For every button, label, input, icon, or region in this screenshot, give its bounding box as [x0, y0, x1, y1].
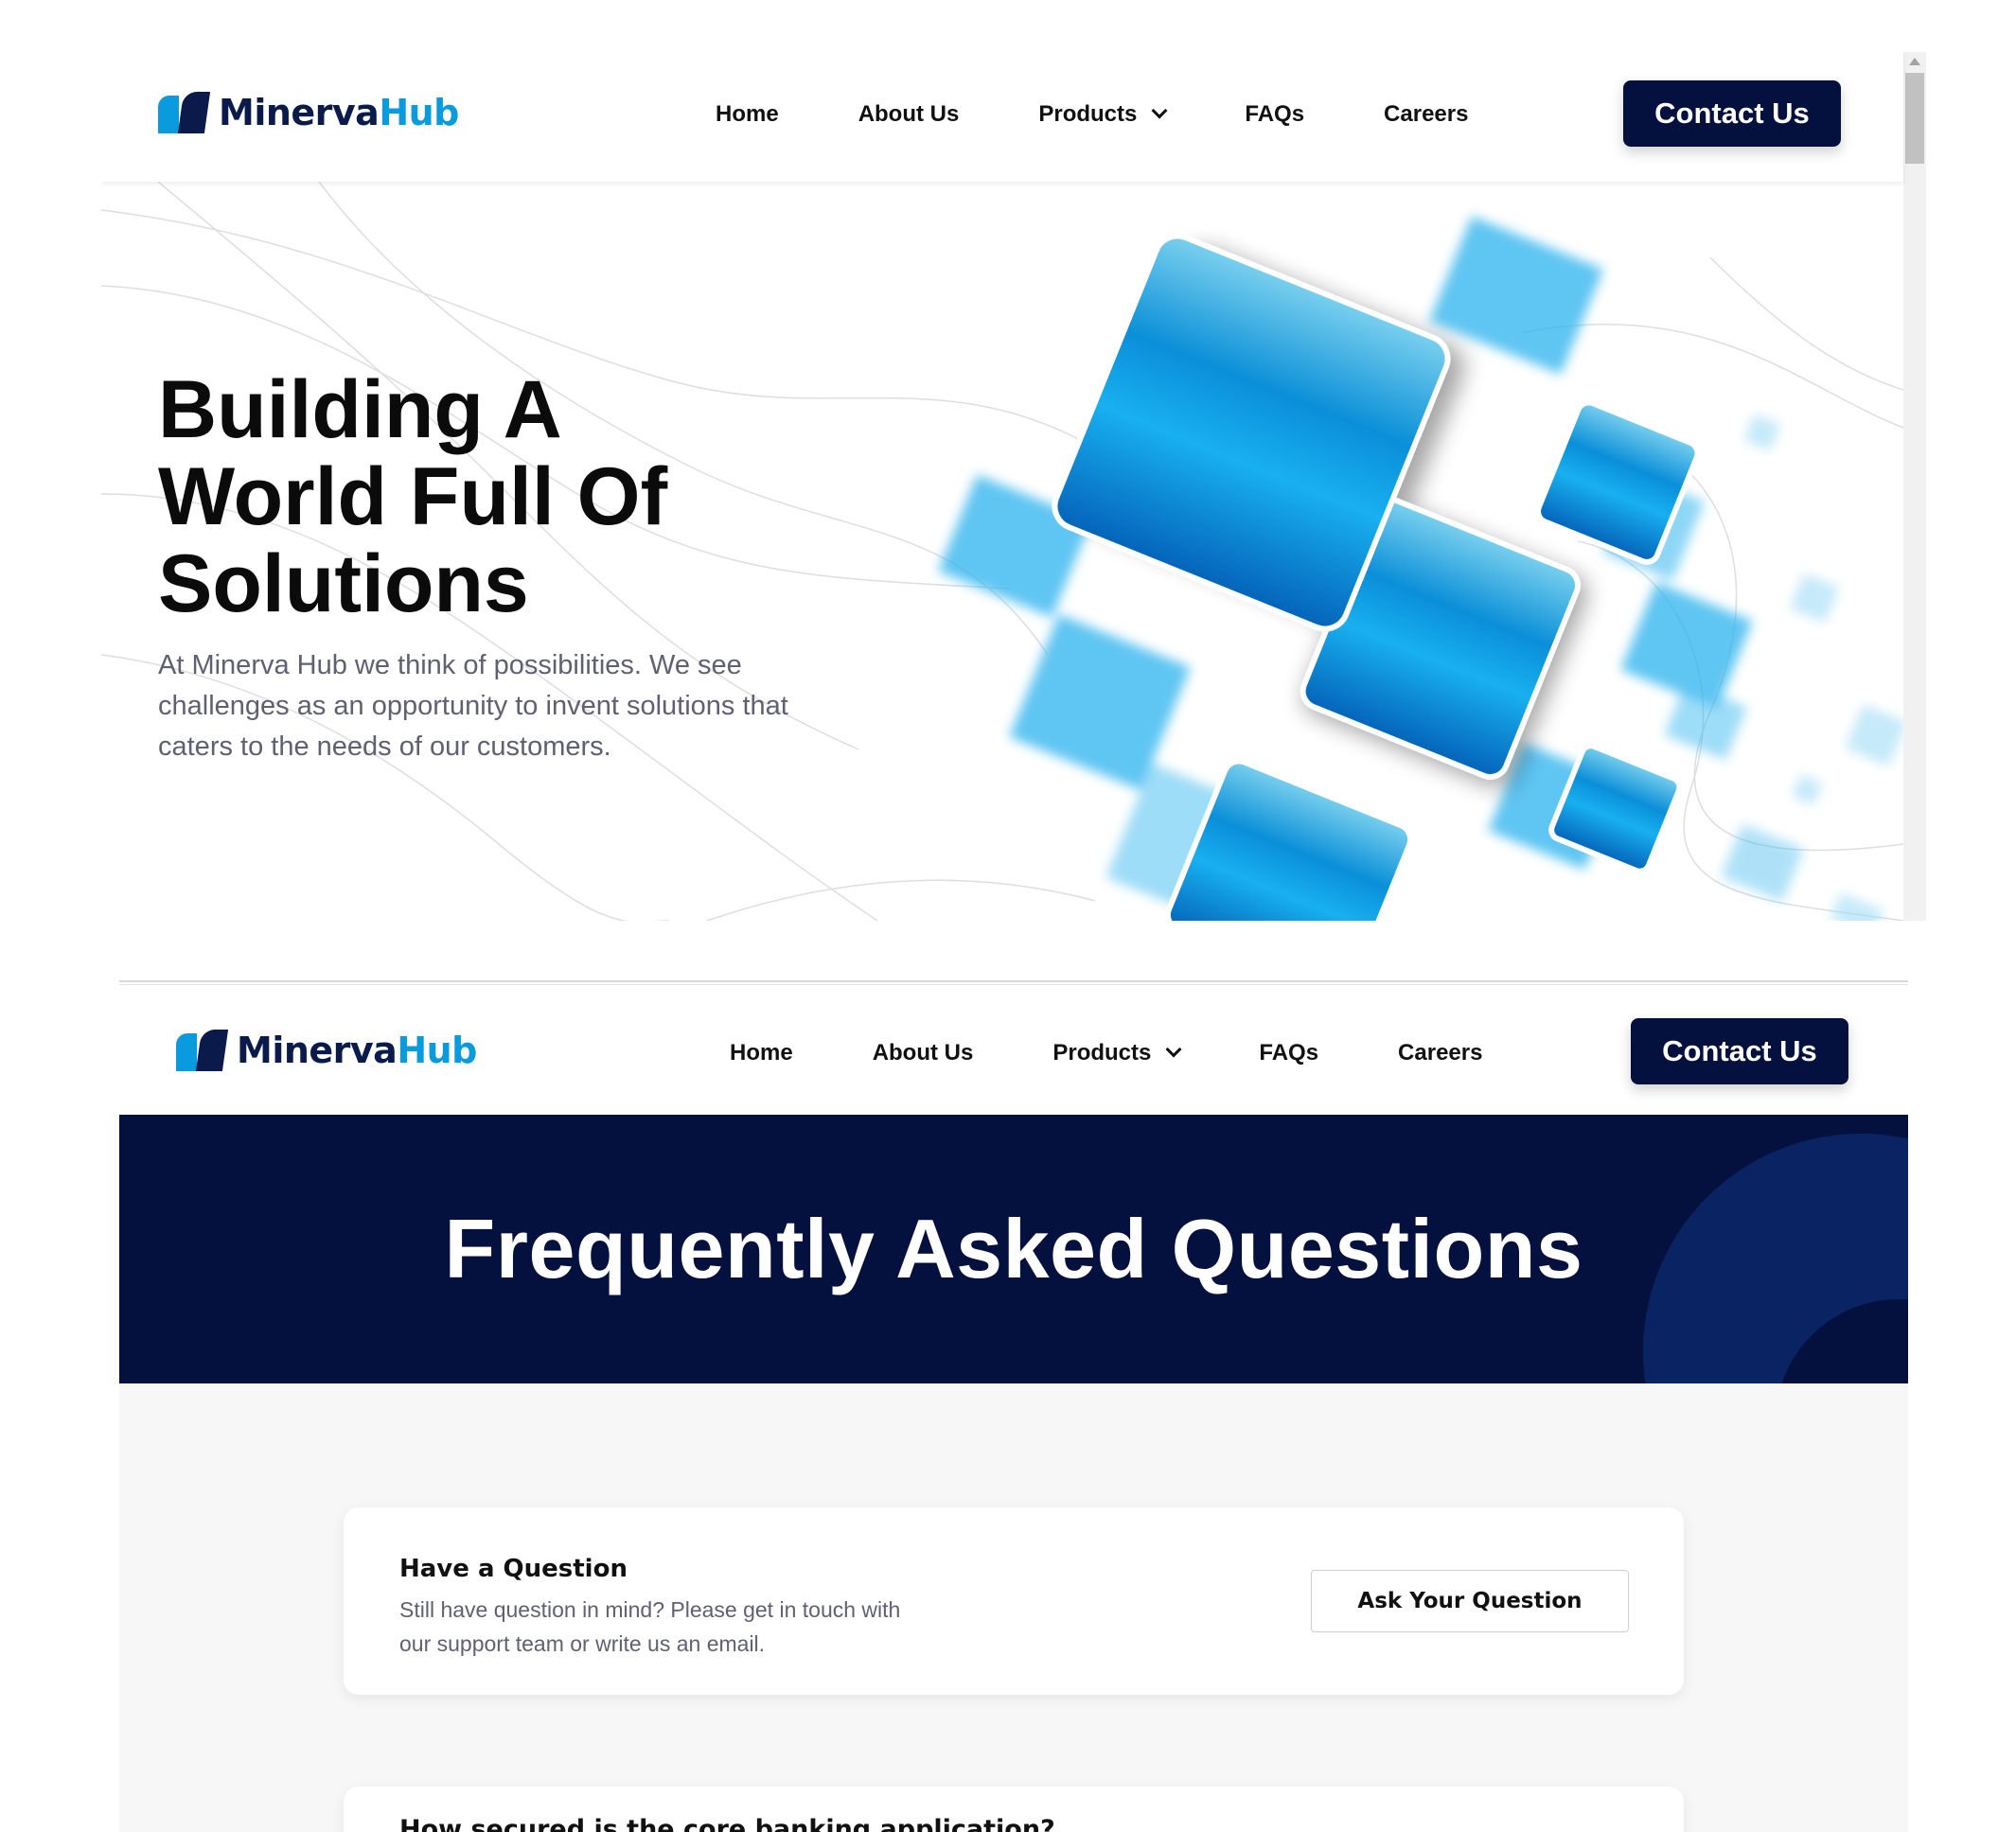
nav-products-label: Products [1038, 101, 1138, 127]
nav-about-us[interactable]: About Us [858, 101, 960, 128]
site-header: MinervaHub Home About Us Products FAQs C… [101, 52, 1903, 182]
nav-careers[interactable]: Careers [1384, 101, 1468, 128]
hero-title-line-2: World Full Of [158, 451, 668, 542]
faq-question[interactable]: How secured is the core banking applicat… [399, 1815, 1055, 1832]
logo-text: MinervaHub [219, 92, 459, 133]
nav-about-us[interactable]: About Us [873, 1040, 974, 1066]
hero-title: Building A World Full Of Solutions [158, 366, 667, 627]
hero-title-line-1: Building A [158, 364, 562, 455]
faq-page-screenshot: MinervaHub Home About Us Products FAQs C… [119, 980, 1908, 1832]
question-card-description: Still have question in mind? Please get … [399, 1597, 901, 1656]
contact-us-button[interactable]: Contact Us [1623, 80, 1841, 147]
hero-section: Building A World Full Of Solutions At Mi… [101, 182, 1903, 921]
main-nav: Home About Us Products FAQs Careers [716, 101, 1468, 128]
contact-us-button[interactable]: Contact Us [1631, 1018, 1848, 1084]
brand-logo[interactable]: MinervaHub [176, 1030, 477, 1071]
nav-home[interactable]: Home [716, 101, 779, 128]
nav-faqs[interactable]: FAQs [1245, 101, 1304, 128]
home-page-screenshot: MinervaHub Home About Us Products FAQs C… [101, 52, 1926, 921]
nav-careers[interactable]: Careers [1398, 1040, 1482, 1066]
scroll-up-arrow-icon[interactable] [1909, 58, 1920, 65]
have-a-question-card: Have a Question Still have question in m… [344, 1507, 1684, 1695]
question-card-title: Have a Question [399, 1555, 628, 1583]
hero-description: At Minerva Hub we think of possibilities… [158, 650, 788, 762]
ask-your-question-button[interactable]: Ask Your Question [1311, 1570, 1629, 1632]
collapse-icon[interactable] [1621, 1813, 1650, 1832]
page-scrollbar[interactable] [1903, 52, 1926, 921]
logo-mark-icon [158, 92, 211, 133]
faq-page-title: Frequently Asked Questions [444, 1202, 1583, 1295]
site-header: MinervaHub Home About Us Products FAQs C… [119, 985, 1908, 1115]
faq-item[interactable]: How secured is the core banking applicat… [344, 1787, 1684, 1832]
nav-faqs[interactable]: FAQs [1259, 1040, 1318, 1066]
nav-products[interactable]: Products [1052, 1040, 1182, 1066]
nav-home[interactable]: Home [730, 1040, 793, 1066]
faq-banner: Frequently Asked Questions [119, 1115, 1908, 1383]
logo-mark-icon [176, 1030, 229, 1071]
scrollbar-thumb[interactable] [1905, 73, 1924, 164]
brand-logo[interactable]: MinervaHub [158, 92, 459, 133]
nav-products-label: Products [1052, 1040, 1152, 1066]
chevron-down-icon [1165, 1041, 1182, 1058]
logo-text: MinervaHub [237, 1030, 477, 1071]
chevron-down-icon [1151, 102, 1168, 119]
hero-title-line-3: Solutions [158, 538, 529, 629]
nav-products[interactable]: Products [1038, 101, 1168, 128]
main-nav: Home About Us Products FAQs Careers [730, 1040, 1482, 1066]
